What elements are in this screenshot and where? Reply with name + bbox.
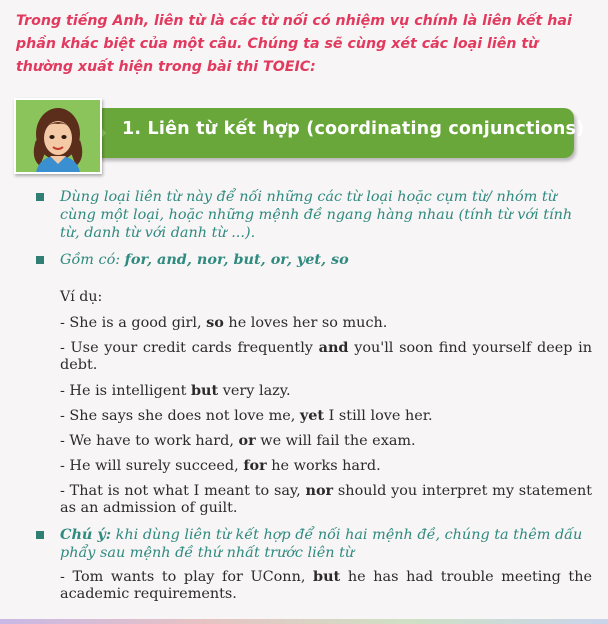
example-text: - That is not what I meant to say, — [60, 483, 306, 499]
teacher-portrait-icon — [16, 100, 100, 172]
final-example: - Tom wants to play for UConn, but he ha… — [60, 568, 592, 603]
section-title: 1. Liên từ kết hợp (coordinating conjunc… — [122, 119, 585, 139]
example-conjunction: nor — [305, 482, 334, 499]
bullet-definition: Dùng loại liên từ này để nối những các t… — [36, 188, 592, 242]
bullet-definition-text: Dùng loại liên từ này để nối những các t… — [60, 189, 573, 241]
example-text: he loves her so much. — [223, 315, 388, 331]
bullet-square-icon — [36, 193, 44, 201]
note-bullet: Chú ý: khi dùng liên từ kết hợp để nối h… — [36, 526, 608, 562]
final-example-pre: - Tom wants to play for UConn, — [60, 569, 314, 585]
example-conjunction: so — [206, 314, 224, 331]
final-example-conjunction: but — [313, 568, 341, 585]
page-bottom-stripe — [0, 619, 608, 624]
example-conjunction: yet — [299, 407, 325, 424]
example-line: - Use your credit cards frequently and y… — [60, 339, 592, 374]
example-line: - He will surely succeed, for he works h… — [60, 457, 592, 475]
example-conjunction: or — [238, 432, 256, 449]
section-banner: 1. Liên từ kết hợp (coordinating conjunc… — [14, 98, 584, 174]
note-text: khi dùng liên từ kết hợp để nối hai mệnh… — [60, 527, 583, 561]
example-text: he works hard. — [266, 458, 381, 474]
bullet-members-list: for, and, nor, but, or, yet, so — [124, 251, 349, 268]
bullet-square-icon — [36, 531, 44, 539]
example-text: - He will surely succeed, — [60, 458, 244, 474]
note-label: Chú ý: — [60, 526, 112, 543]
example-text: - Use your credit cards frequently — [60, 340, 319, 356]
bullet-members-label: Gồm có: — [60, 252, 125, 268]
teacher-illustration — [14, 98, 102, 174]
intro-paragraph: Trong tiếng Anh, liên từ là các từ nối c… — [16, 13, 572, 75]
bullet-square-icon — [36, 256, 44, 264]
example-label: Ví dụ: — [60, 289, 103, 305]
example-text: very lazy. — [218, 383, 291, 399]
example-line: - She is a good girl, so he loves her so… — [60, 314, 592, 332]
example-conjunction: and — [318, 339, 349, 356]
bullet-members: Gồm có: for, and, nor, but, or, yet, so — [36, 251, 592, 269]
bullet-list: Dùng loại liên từ này để nối những các t… — [36, 188, 592, 278]
example-conjunction: for — [243, 457, 267, 474]
example-line: - He is intelligent but very lazy. — [60, 382, 592, 400]
example-line: - We have to work hard, or we will fail … — [60, 432, 592, 450]
example-conjunction: but — [190, 382, 219, 399]
example-text: we will fail the exam. — [255, 433, 416, 449]
example-text: - He is intelligent — [60, 383, 191, 399]
example-line: - That is not what I meant to say, nor s… — [60, 482, 592, 517]
example-text: - She is a good girl, — [60, 315, 207, 331]
example-text: I still love her. — [324, 408, 433, 424]
example-text: - She says she does not love me, — [60, 408, 300, 424]
example-line: - She says she does not love me, yet I s… — [60, 407, 592, 425]
example-text: - We have to work hard, — [60, 433, 239, 449]
